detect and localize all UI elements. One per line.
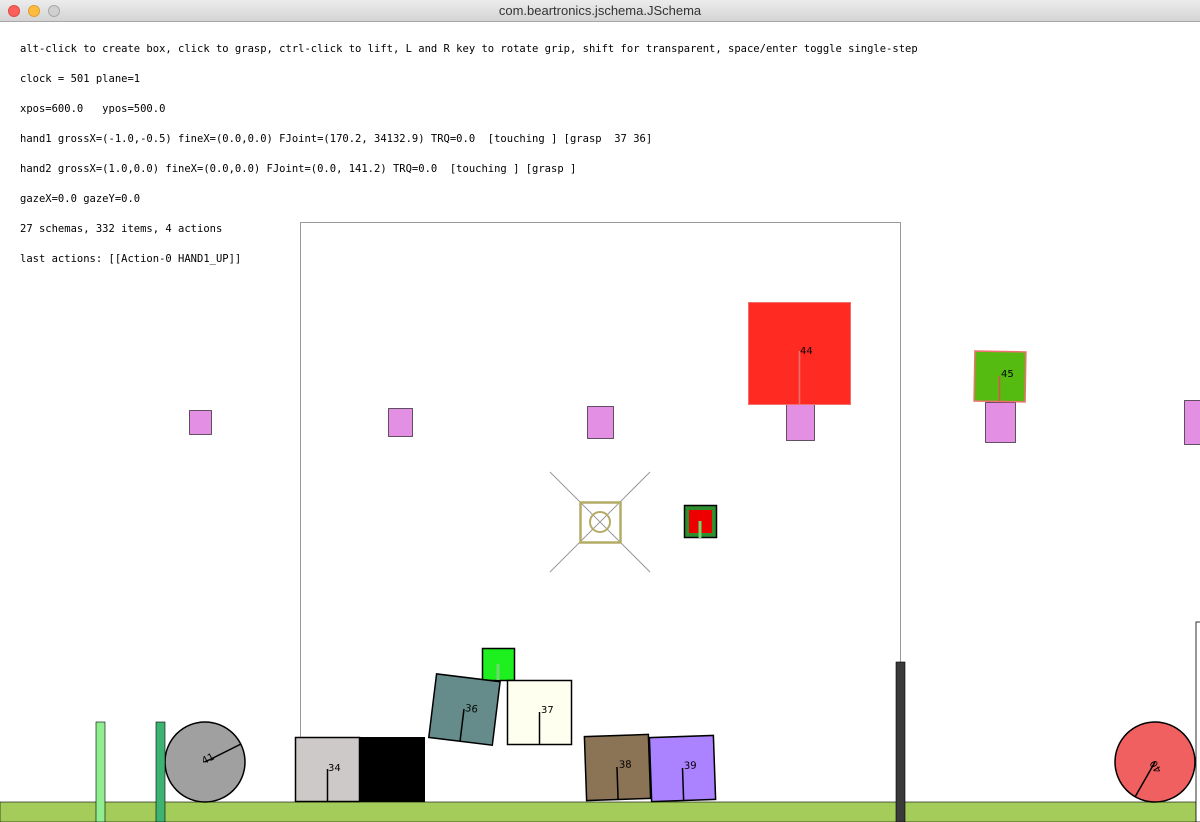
status-line-schemas: 27 schemas, 332 items, 4 actions (20, 223, 223, 235)
box-38-label: 38 (619, 759, 632, 770)
green-post (155, 721, 166, 822)
status-line-gaze: gazeX=0.0 gazeY=0.0 (20, 193, 141, 205)
status-text: alt-click to create box, click to grasp,… (20, 24, 918, 274)
box-37[interactable]: 37 (506, 679, 573, 746)
hand-1[interactable] (481, 647, 516, 682)
pink-marker (587, 406, 614, 439)
box-44-label: 44 (800, 346, 813, 357)
black-box[interactable] (360, 737, 425, 802)
pink-marker (388, 408, 413, 437)
status-line-clock: clock = 501 plane=1 (20, 73, 141, 85)
box-36[interactable]: 36 (427, 673, 501, 747)
status-line-position: xpos=600.0 ypos=500.0 (20, 103, 166, 115)
box-45[interactable]: 45 (973, 350, 1027, 403)
pink-marker (1184, 400, 1200, 445)
light-green-post (95, 721, 106, 822)
hand-2[interactable] (683, 504, 718, 539)
pink-marker (985, 402, 1016, 443)
status-line-last-actions: last actions: [[Action-0 HAND1_UP]] (20, 253, 242, 265)
ball-40[interactable]: 40 (1114, 721, 1196, 803)
box-39[interactable]: 39 (648, 734, 717, 803)
ball-41[interactable]: 41 (164, 721, 246, 803)
gaze-crosshair (549, 471, 651, 573)
box-44[interactable]: 44 (748, 302, 851, 405)
box-37-label: 37 (541, 705, 554, 716)
pink-markers (189, 400, 1200, 445)
box-38[interactable]: 38 (583, 733, 652, 802)
box-34-label: 34 (328, 763, 341, 774)
status-line-hand1: hand1 grossX=(-1.0,-0.5) fineX=(0.0,0.0)… (20, 133, 653, 145)
right-edge-post (1195, 621, 1200, 822)
box-34[interactable]: 34 (294, 736, 361, 803)
status-line-hand2: hand2 grossX=(1.0,0.0) fineX=(0.0,0.0) F… (20, 163, 577, 175)
pink-marker (786, 404, 815, 441)
box-36-label: 36 (464, 703, 478, 715)
box-39-label: 39 (684, 761, 697, 772)
pink-marker (189, 410, 212, 435)
status-line-instructions: alt-click to create box, click to grasp,… (20, 43, 918, 55)
dark-post (895, 661, 906, 822)
box-45-label: 45 (1001, 369, 1014, 380)
ground (0, 801, 1200, 822)
